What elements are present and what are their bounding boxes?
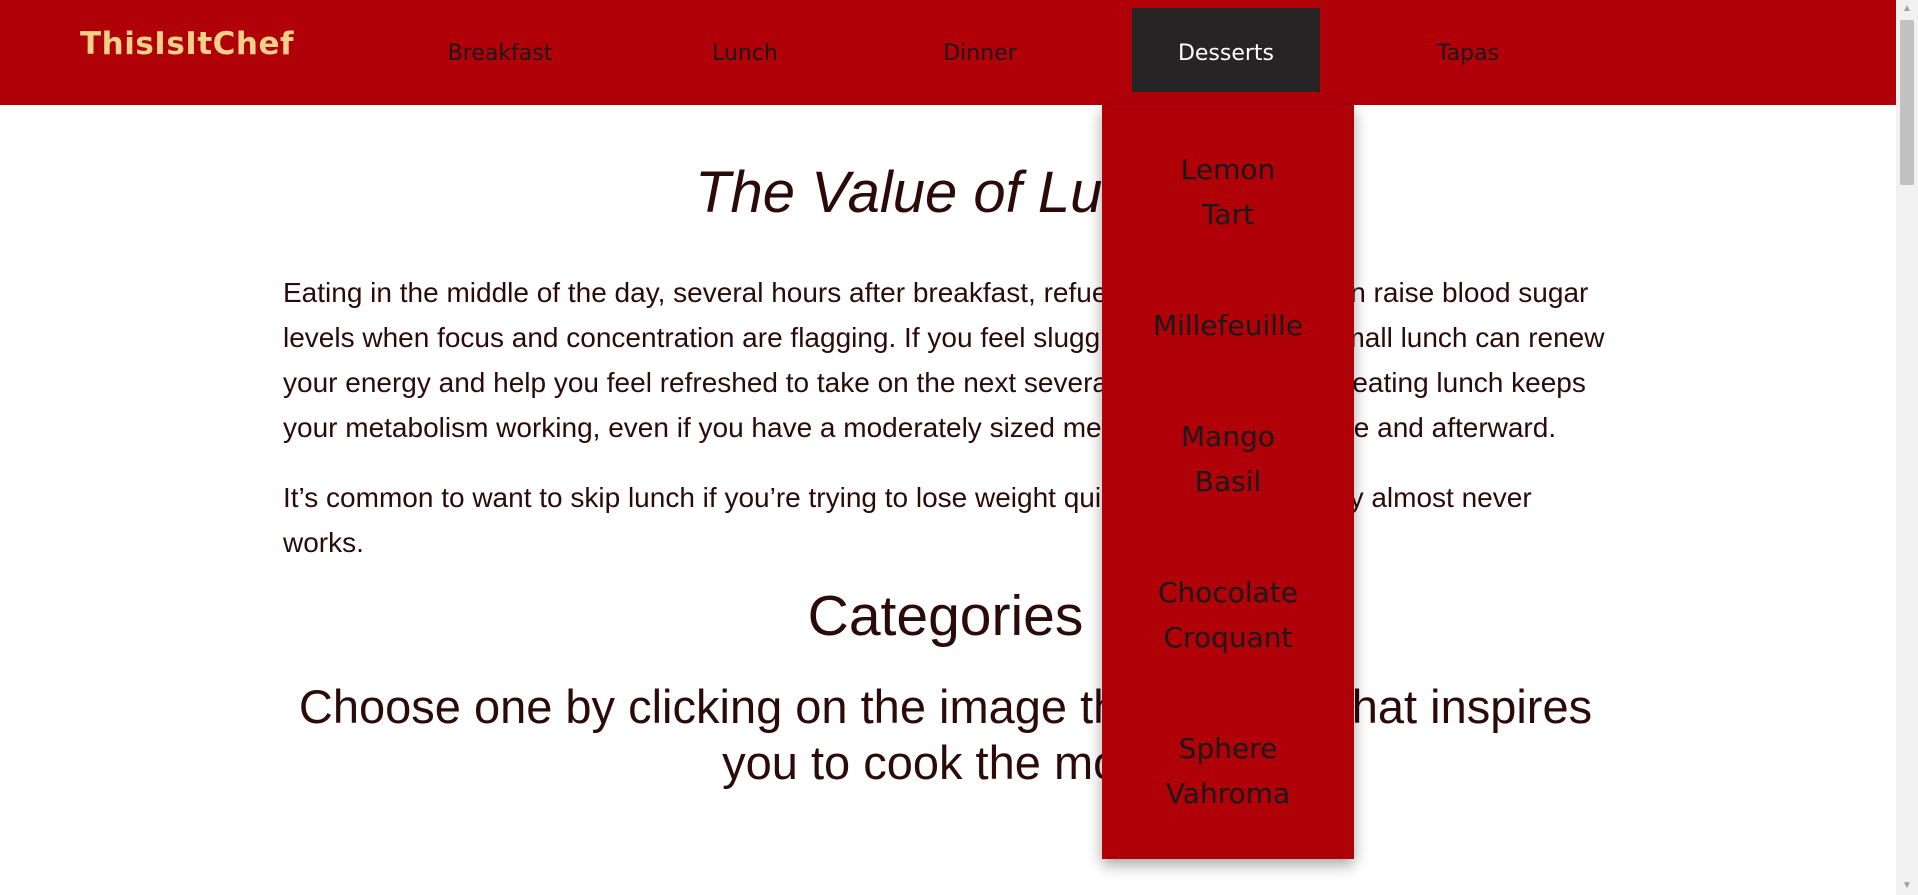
- dropdown-item-chocolate-croquant[interactable]: Chocolate Croquant: [1102, 570, 1354, 660]
- choose-category-heading: Choose one by clicking on the image that…: [298, 680, 1593, 789]
- dropdown-item-lemon-tart[interactable]: Lemon Tart: [1102, 147, 1354, 237]
- nav-item-tapas[interactable]: Tapas: [1388, 0, 1548, 105]
- dropdown-item-label: Mango: [1181, 420, 1275, 453]
- main-content: The Value of Lunch Eating in the middle …: [283, 105, 1608, 791]
- scroll-down-icon[interactable]: ▼: [1896, 877, 1918, 895]
- dropdown-item-label: Vahroma: [1165, 777, 1291, 810]
- top-navbar: ThisIsItChef Breakfast Lunch Dinner Dess…: [0, 0, 1896, 105]
- dropdown-item-label: Sphere: [1178, 732, 1278, 765]
- dropdown-item-label: Chocolate: [1157, 576, 1299, 609]
- categories-heading: Categories: [807, 584, 1084, 648]
- vertical-scrollbar[interactable]: ▲ ▼: [1896, 0, 1918, 895]
- dropdown-item-label: Millefeuille: [1152, 309, 1304, 342]
- nav-item-breakfast[interactable]: Breakfast: [420, 0, 580, 105]
- dropdown-item-millefeuille[interactable]: Millefeuille: [1102, 303, 1354, 348]
- scrollbar-thumb[interactable]: [1900, 20, 1914, 185]
- dropdown-item-label: Lemon: [1180, 153, 1276, 186]
- dropdown-item-label: Basil: [1194, 465, 1262, 498]
- site-logo[interactable]: ThisIsItChef: [80, 26, 294, 62]
- desserts-dropdown-menu: Lemon Tart Millefeuille Mango Basil Choc…: [1102, 105, 1354, 859]
- scroll-up-icon[interactable]: ▲: [1896, 0, 1918, 18]
- dropdown-item-label: Tart: [1201, 198, 1255, 231]
- nav-item-lunch[interactable]: Lunch: [665, 0, 825, 105]
- page-title: The Value of Lunch: [695, 160, 1196, 225]
- article-paragraph: It’s common to want to skip lunch if you…: [283, 482, 1532, 558]
- dropdown-item-mango-basil[interactable]: Mango Basil: [1102, 414, 1354, 504]
- nav-item-dinner[interactable]: Dinner: [900, 0, 1060, 105]
- article-paragraph: Eating in the middle of the day, several…: [283, 277, 1605, 443]
- dropdown-item-label: Croquant: [1163, 621, 1293, 654]
- nav-item-desserts[interactable]: Desserts: [1132, 8, 1320, 92]
- dropdown-item-sphere-vahroma[interactable]: Sphere Vahroma: [1102, 726, 1354, 816]
